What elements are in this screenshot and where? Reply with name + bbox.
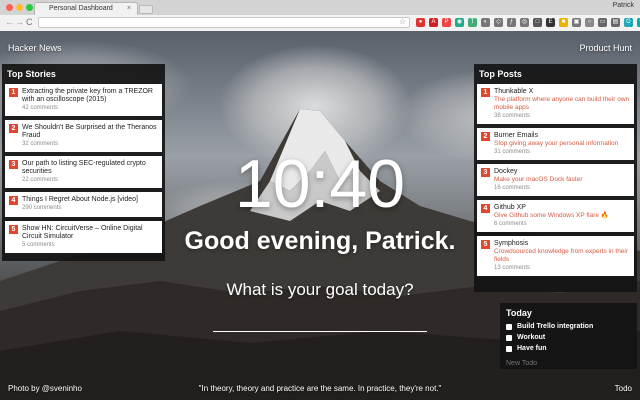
todo-checkbox[interactable] [506, 334, 512, 341]
gallery-ext-icon[interactable]: ▣ [572, 18, 581, 27]
story-comments[interactable]: 42 comments [22, 104, 158, 113]
clock: 10:40 [234, 146, 406, 222]
greeting: Good evening, Patrick. [184, 227, 456, 255]
evernote-ext-icon[interactable]: E [546, 18, 555, 27]
window-ext-icon[interactable]: ▭ [598, 18, 607, 27]
story-rank-badge: 2 [9, 124, 18, 133]
forward-arrow-icon[interactable]: → [15, 17, 24, 28]
address-bar[interactable]: ☆ [38, 17, 410, 28]
pocket-ext-icon[interactable]: P [442, 18, 451, 27]
post-description: The platform where anyone can build thei… [494, 96, 630, 111]
maximize-window-button[interactable] [26, 4, 33, 11]
bookmark-star-icon[interactable]: ☆ [399, 17, 406, 26]
todo-label: Workout [517, 334, 546, 341]
todo-panel: Today Build Trello integration Workout Hav… [500, 303, 637, 369]
note-ext-icon[interactable]: ■ [559, 18, 568, 27]
goal-input[interactable] [213, 316, 427, 332]
top-posts-title: Top Posts [479, 69, 522, 79]
post-title[interactable]: Thunkable X [494, 87, 630, 96]
font-ext-icon[interactable]: ƒ [507, 18, 516, 27]
chrome-ext-icon[interactable]: ◉ [455, 18, 464, 27]
top-stories-title: Top Stories [7, 69, 56, 79]
back-arrow-icon[interactable]: ← [5, 17, 14, 28]
goal-question: What is your goal today? [226, 280, 414, 299]
todo-item[interactable]: Workout [506, 332, 631, 343]
translate-ext-icon[interactable]: T [468, 18, 477, 27]
circle-ext-icon[interactable]: ○ [585, 18, 594, 27]
tab-title: Personal Dashboard [49, 5, 113, 12]
tab-close-icon[interactable]: × [127, 3, 131, 15]
minimize-window-button[interactable] [16, 4, 23, 11]
todo-checkbox[interactable] [506, 323, 512, 330]
layers-ext-icon[interactable]: ▤ [611, 18, 620, 27]
photo-credit[interactable]: Photo by @sveninho [8, 384, 82, 393]
todo-item[interactable]: Build Trello integration [506, 321, 631, 332]
new-todo-input[interactable] [506, 360, 626, 367]
story-title[interactable]: Extracting the private key from a TREZOR… [22, 87, 158, 104]
todo-checkbox[interactable] [506, 345, 512, 352]
square-ext-icon[interactable]: □ [533, 18, 542, 27]
color-ext-icon[interactable]: ◐ [481, 18, 490, 27]
story-item[interactable]: 1 Extracting the private key from a TREZO… [5, 84, 162, 116]
browser-chrome: Personal Dashboard × Patrick ← → C ☆ ● A P… [0, 0, 640, 31]
post-title[interactable]: Burner Emails [494, 131, 630, 140]
todo-item[interactable]: Have fun [506, 343, 631, 354]
story-rank-badge: 1 [9, 88, 18, 97]
profile-name[interactable]: Patrick [613, 2, 634, 9]
todo-label: Build Trello integration [517, 323, 594, 330]
tab-bar: Personal Dashboard × Patrick [0, 0, 640, 15]
todo-label: Have fun [517, 345, 547, 352]
todo-toggle-link[interactable]: Todo [615, 384, 632, 393]
record-ext-icon[interactable]: ● [416, 18, 425, 27]
new-tab-button[interactable] [139, 5, 153, 14]
post-item[interactable]: 1 Thunkable X The platform where anyone ca… [477, 84, 634, 124]
browser-menu-icon[interactable]: ⋮ [627, 17, 636, 28]
hacker-news-link[interactable]: Hacker News [8, 43, 62, 53]
post-comments[interactable]: 38 comments [494, 112, 630, 121]
browser-toolbar: ← → C ☆ ●AP◉T◐◇ƒ◎□E■▣○▭▤G↻▥▦ ⋮ [0, 15, 640, 31]
todo-title: Today [506, 308, 532, 318]
product-hunt-link[interactable]: Product Hunt [579, 43, 632, 53]
tag-ext-icon[interactable]: ◇ [494, 18, 503, 27]
close-window-button[interactable] [6, 4, 13, 11]
post-rank-badge: 2 [481, 132, 490, 141]
eye-ext-icon[interactable]: ◎ [520, 18, 529, 27]
story-title[interactable]: We Shouldn't Be Surprised at the Therano… [22, 123, 158, 140]
adblock-ext-icon[interactable]: A [429, 18, 438, 27]
tab-personal-dashboard[interactable]: Personal Dashboard × [34, 2, 138, 15]
extension-toolbar: ●AP◉T◐◇ƒ◎□E■▣○▭▤G↻▥▦ [416, 18, 640, 28]
todo-list: Build Trello integration Workout Have fun [506, 321, 631, 354]
post-rank-badge: 1 [481, 88, 490, 97]
post-comments[interactable]: 13 comments [494, 264, 630, 273]
reload-icon[interactable]: C [26, 17, 33, 28]
